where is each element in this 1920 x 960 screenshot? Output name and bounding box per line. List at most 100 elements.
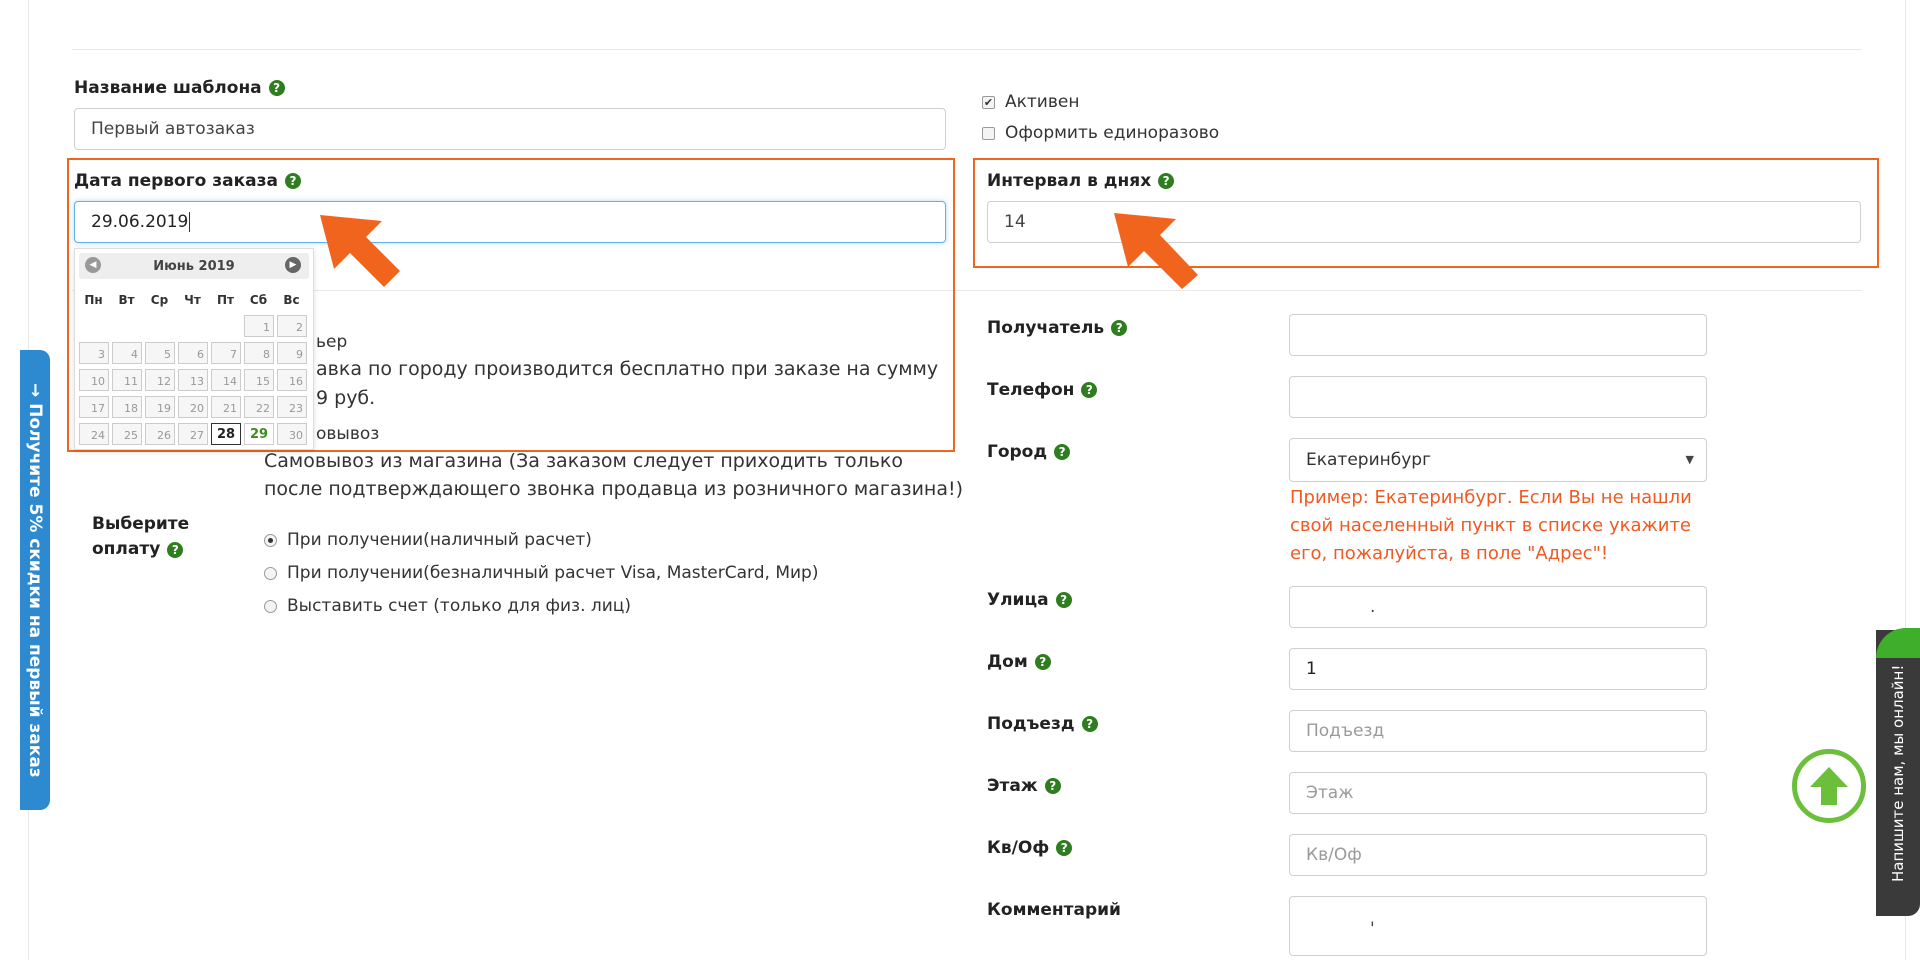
city-label-text: Город <box>987 442 1048 462</box>
active-checkbox-row[interactable]: ✔ Активен <box>982 92 1079 112</box>
calendar-day[interactable]: 16 <box>277 369 307 391</box>
calendar-day[interactable]: 23 <box>277 396 307 418</box>
once-checkbox[interactable] <box>982 126 995 140</box>
payment-option-label: При получении(безналичный расчет Visa, M… <box>287 563 819 583</box>
calendar-day[interactable]: 21 <box>211 396 241 418</box>
pickup-desc-line2: после подтверждающего звонка продавца из… <box>264 478 964 500</box>
calendar-day[interactable]: 18 <box>112 396 142 418</box>
calendar-day[interactable]: 26 <box>145 423 175 445</box>
calendar-day[interactable]: 5 <box>145 342 175 364</box>
calendar-day[interactable]: 27 <box>178 423 208 445</box>
interval-label-text: Интервал в днях <box>987 171 1152 191</box>
calendar-day[interactable]: 6 <box>178 342 208 364</box>
floor-placeholder: Этаж <box>1306 783 1354 803</box>
active-checkbox[interactable]: ✔ <box>982 95 995 109</box>
first-date-input[interactable]: 29.06.2019 <box>74 201 946 243</box>
template-name-input[interactable]: Первый автозаказ <box>74 108 946 150</box>
scroll-up-button[interactable] <box>1792 749 1866 823</box>
phone-input[interactable] <box>1289 376 1707 418</box>
apt-input[interactable]: Кв/Оф <box>1289 834 1707 876</box>
calendar-day[interactable]: 20 <box>178 396 208 418</box>
city-value: Екатеринбург <box>1306 450 1432 470</box>
floor-label-text: Этаж <box>987 776 1038 796</box>
next-month-icon[interactable]: ▶ <box>285 257 301 273</box>
online-chat-text: Напишите нам, мы онлайн! <box>1889 664 1907 882</box>
comment-textarea[interactable]: ' <box>1289 896 1707 956</box>
arrow-up-icon <box>1810 767 1848 805</box>
floor-label: Этаж? <box>987 776 1061 796</box>
calendar-day[interactable]: 22 <box>244 396 274 418</box>
street-value: . <box>1370 597 1376 617</box>
online-chat-tab[interactable]: Напишите нам, мы онлайн! <box>1876 630 1920 916</box>
calendar-day[interactable]: 15 <box>244 369 274 391</box>
payment-option-label: При получении(наличный расчет) <box>287 530 592 550</box>
payment-label: Выберите оплату ? <box>92 512 189 562</box>
comment-label: Комментарий <box>987 900 1121 920</box>
once-checkbox-row[interactable]: Оформить единоразово <box>982 123 1219 143</box>
calendar-day[interactable]: 24 <box>79 423 109 445</box>
calendar-day[interactable]: 30 <box>277 423 307 445</box>
help-icon[interactable]: ? <box>1056 840 1073 856</box>
weekday-label: Пн <box>84 293 103 307</box>
discount-promo-tab[interactable]: → Получите 5% скидки на первый заказ <box>20 350 50 810</box>
calendar-day[interactable]: 10 <box>79 369 109 391</box>
calendar-day[interactable]: 29 <box>244 423 274 445</box>
help-icon[interactable]: ? <box>1158 173 1175 189</box>
city-label: Город? <box>987 442 1071 462</box>
pickup-desc-line1: Самовывоз из магазина (За заказом следуе… <box>264 450 904 472</box>
calendar-day[interactable]: 1 <box>244 315 274 337</box>
help-icon[interactable]: ? <box>1034 654 1051 670</box>
calendar-day[interactable]: 4 <box>112 342 142 364</box>
template-name-label: Название шаблона ? <box>74 78 285 98</box>
radio-button[interactable] <box>264 566 277 580</box>
radio-button[interactable] <box>264 599 277 613</box>
courier-desc-line2: 9 руб. <box>316 387 376 409</box>
calendar-day[interactable]: 13 <box>178 369 208 391</box>
top-divider <box>72 49 1862 50</box>
first-date-value: 29.06.2019 <box>91 212 189 232</box>
help-icon[interactable]: ? <box>1081 382 1098 398</box>
template-name-label-text: Название шаблона <box>74 78 262 98</box>
calendar-day[interactable]: 8 <box>244 342 274 364</box>
interval-label: Интервал в днях ? <box>987 171 1175 191</box>
template-name-value: Первый автозаказ <box>91 119 255 139</box>
help-icon[interactable]: ? <box>1055 592 1072 608</box>
calendar-day[interactable]: 7 <box>211 342 241 364</box>
help-icon[interactable]: ? <box>1081 716 1098 732</box>
courier-option-label: ьер <box>316 332 348 352</box>
help-icon[interactable]: ? <box>1044 778 1061 794</box>
calendar-day[interactable]: 12 <box>145 369 175 391</box>
payment-option-cash[interactable]: При получении(наличный расчет) <box>264 530 592 550</box>
radio-button[interactable] <box>264 533 277 547</box>
street-input[interactable]: . <box>1289 586 1707 628</box>
calendar-day[interactable]: 17 <box>79 396 109 418</box>
help-icon[interactable]: ? <box>167 541 184 558</box>
comment-label-text: Комментарий <box>987 900 1121 920</box>
recipient-input[interactable] <box>1289 314 1707 356</box>
prev-month-icon[interactable]: ◀ <box>85 257 101 273</box>
house-input[interactable]: 1 <box>1289 648 1707 690</box>
help-icon[interactable]: ? <box>1054 444 1071 460</box>
calendar-day[interactable]: 14 <box>211 369 241 391</box>
city-select[interactable]: Екатеринбург ▼ <box>1289 438 1707 482</box>
calendar-day[interactable]: 2 <box>277 315 307 337</box>
interval-value: 14 <box>1004 212 1026 232</box>
calendar-day[interactable]: 28 <box>211 423 241 445</box>
phone-label: Телефон? <box>987 380 1098 400</box>
entrance-input[interactable]: Подъезд <box>1289 710 1707 752</box>
weekday-label: Чт <box>184 293 201 307</box>
help-icon[interactable]: ? <box>268 80 285 96</box>
calendar-day[interactable]: 19 <box>145 396 175 418</box>
payment-option-card[interactable]: При получении(безналичный расчет Visa, M… <box>264 563 818 583</box>
floor-input[interactable]: Этаж <box>1289 772 1707 814</box>
recipient-label-text: Получатель <box>987 318 1105 338</box>
payment-option-invoice[interactable]: Выставить счет (только для физ. лиц) <box>264 596 631 616</box>
help-icon[interactable]: ? <box>284 173 301 189</box>
help-icon[interactable]: ? <box>1111 320 1128 336</box>
calendar-day[interactable]: 3 <box>79 342 109 364</box>
calendar-day[interactable]: 25 <box>112 423 142 445</box>
house-label-text: Дом <box>987 652 1028 672</box>
calendar-day[interactable]: 9 <box>277 342 307 364</box>
calendar-day[interactable]: 11 <box>112 369 142 391</box>
text-caret <box>189 212 191 232</box>
